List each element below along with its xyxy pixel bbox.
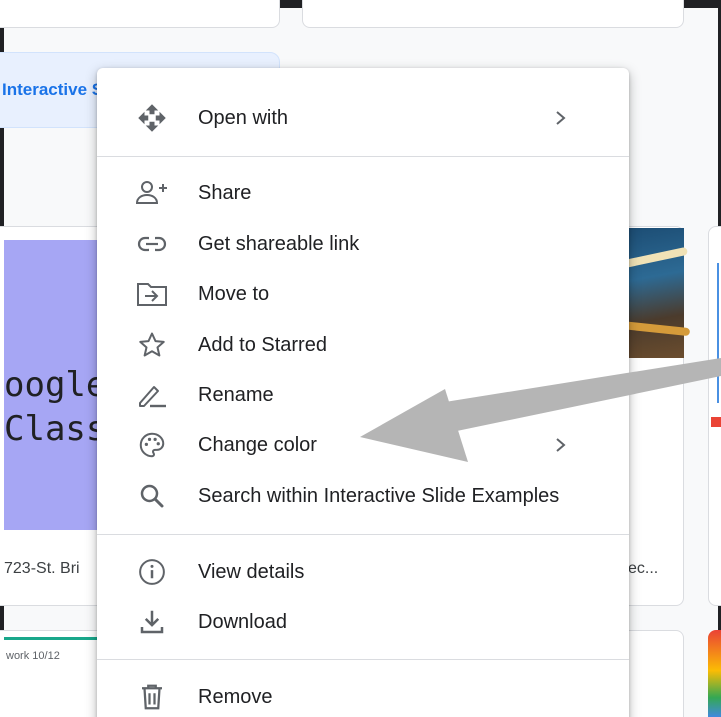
menu-item-search-within[interactable]: Search within Interactive Slide Examples <box>97 472 629 520</box>
menu-item-add-to-starred[interactable]: Add to Starred <box>97 321 629 369</box>
chevron-right-icon <box>556 438 566 452</box>
menu-item-change-color[interactable]: Change color <box>97 421 629 469</box>
colorful-thumbnail <box>708 630 721 717</box>
menu-item-label: View details <box>198 560 305 583</box>
file-card-far-right[interactable] <box>708 226 721 606</box>
share-icon <box>135 179 169 207</box>
thumbnail-detail <box>711 417 721 427</box>
menu-item-move-to[interactable]: Move to <box>97 270 629 318</box>
menu-divider <box>97 156 629 157</box>
menu-item-label: Add to Starred <box>198 333 327 356</box>
menu-divider <box>97 534 629 535</box>
download-icon <box>135 608 169 636</box>
menu-item-label: Share <box>198 181 252 204</box>
menu-item-label: Open with <box>198 106 289 129</box>
thumbnail-text-line2: Class <box>4 409 107 449</box>
trash-icon <box>135 683 169 711</box>
file-card-top-left[interactable] <box>0 0 280 28</box>
star-icon <box>135 331 169 359</box>
menu-item-share[interactable]: Share <box>97 169 629 217</box>
file-caption-right: ec... <box>628 560 659 577</box>
menu-divider <box>97 659 629 660</box>
palette-icon <box>135 431 169 459</box>
menu-item-label: Rename <box>198 383 274 406</box>
thumbnail-detail <box>717 263 719 403</box>
open-with-icon <box>135 104 169 132</box>
rename-icon <box>135 381 169 409</box>
menu-item-open-with[interactable]: Open with <box>97 94 629 142</box>
menu-item-get-shareable-link[interactable]: Get shareable link <box>97 220 629 268</box>
link-icon <box>135 230 169 258</box>
chevron-right-icon <box>556 111 566 125</box>
file-caption-left: 723-St. Bri <box>4 560 80 577</box>
thumbnail-text: oogle Class <box>4 363 106 451</box>
menu-item-download[interactable]: Download <box>97 598 629 646</box>
search-icon <box>135 482 169 510</box>
menu-item-label: Remove <box>198 685 273 708</box>
info-icon <box>135 558 169 586</box>
move-to-icon <box>135 280 169 308</box>
menu-item-label: Download <box>198 610 287 633</box>
menu-item-label: Search within Interactive Slide Examples <box>198 484 560 507</box>
menu-item-label: Get shareable link <box>198 232 360 255</box>
thumbnail-text-line1: oogle <box>4 365 107 405</box>
menu-item-rename[interactable]: Rename <box>97 371 629 419</box>
menu-item-label: Move to <box>198 282 270 305</box>
small-card-text: work 10/12 <box>6 650 60 662</box>
menu-item-view-details[interactable]: View details <box>97 548 629 596</box>
file-card-top-middle[interactable] <box>302 0 684 28</box>
menu-item-label: Change color <box>198 433 317 456</box>
menu-item-remove[interactable]: Remove <box>97 673 629 717</box>
context-menu: Open with Share Get shareable link Move … <box>97 68 629 717</box>
